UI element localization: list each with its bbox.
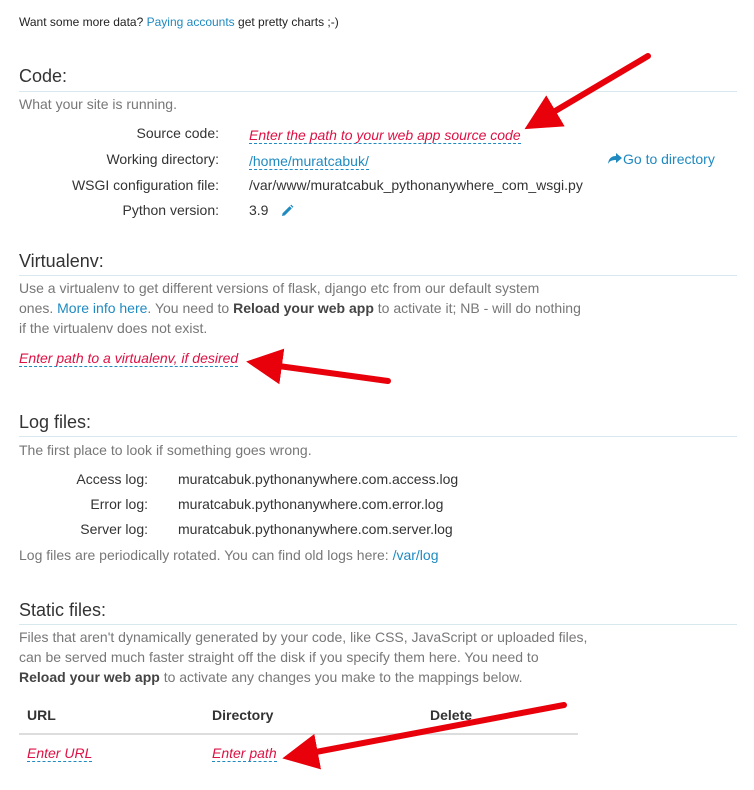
log-files-description: The first place to look if something goe… bbox=[19, 442, 312, 458]
virtualenv-path-input[interactable]: Enter path to a virtualenv, if desired bbox=[19, 350, 239, 367]
static-files-section-divider bbox=[19, 624, 737, 625]
server-log-link[interactable]: muratcabuk.pythonanywhere.com.server.log bbox=[178, 521, 453, 537]
static-files-description: Files that aren't dynamically generated … bbox=[19, 627, 599, 687]
virtualenv-description: Use a virtualenv to get different versio… bbox=[19, 278, 589, 338]
column-header-delete: Delete bbox=[430, 707, 473, 723]
virtualenv-desc-line-1: Use a virtualenv to get different versio… bbox=[19, 280, 540, 296]
pencil-icon[interactable] bbox=[280, 204, 294, 218]
share-arrow-icon bbox=[608, 153, 622, 164]
error-log-label: Error log: bbox=[90, 496, 148, 512]
code-section-title: Code: bbox=[19, 66, 68, 86]
column-header-directory: Directory bbox=[212, 707, 274, 723]
static-path-input[interactable]: Enter path bbox=[212, 745, 277, 762]
python-version-field[interactable]: 3.9 bbox=[249, 202, 294, 218]
arrow-to-source-code bbox=[524, 53, 651, 130]
virtualenv-section-title: Virtualenv: bbox=[19, 251, 104, 271]
virtualenv-section-divider bbox=[19, 275, 737, 276]
static-desc-line-1: Files that aren't dynamically generated … bbox=[19, 629, 588, 645]
more-info-link[interactable]: More info here bbox=[57, 300, 147, 316]
reload-web-app-text: Reload your web app bbox=[233, 300, 374, 316]
reload-web-app-text-static: Reload your web app bbox=[19, 669, 160, 685]
static-desc-suffix: to activate any changes you make to the … bbox=[163, 669, 523, 685]
source-code-input[interactable]: Enter the path to your web app source co… bbox=[249, 127, 521, 144]
error-log-link[interactable]: muratcabuk.pythonanywhere.com.error.log bbox=[178, 496, 443, 512]
static-table-header-divider bbox=[19, 733, 578, 735]
source-code-label: Source code: bbox=[136, 125, 220, 141]
log-rotation-note: Log files are periodically rotated. You … bbox=[19, 545, 439, 565]
upgrade-note: Want some more data? Paying accounts get… bbox=[19, 15, 339, 29]
upgrade-note-prefix: Want some more data? bbox=[19, 15, 144, 29]
access-log-link[interactable]: muratcabuk.pythonanywhere.com.access.log bbox=[178, 471, 458, 487]
wsgi-config-label: WSGI configuration file: bbox=[71, 177, 219, 193]
upgrade-note-suffix: get pretty charts ;-) bbox=[238, 15, 339, 29]
virtualenv-desc-suffix: to activate it; NB - will do nothing bbox=[377, 300, 581, 316]
static-desc-line-2: can be served much faster straight off t… bbox=[19, 649, 539, 665]
virtualenv-desc-line-2: ones. More info here. You need to Reload… bbox=[19, 298, 589, 318]
static-files-section-title: Static files: bbox=[19, 600, 107, 620]
static-desc-line-3: Reload your web app to activate any chan… bbox=[19, 667, 599, 687]
working-directory-input[interactable]: /home/muratcabuk/ bbox=[249, 153, 369, 170]
wsgi-config-link[interactable]: /var/www/muratcabuk_pythonanywhere_com_w… bbox=[249, 177, 583, 193]
go-to-directory-label: Go to directory bbox=[623, 151, 715, 167]
python-version-label: Python version: bbox=[122, 202, 220, 218]
virtualenv-desc-prefix: ones. bbox=[19, 300, 54, 316]
python-version-value: 3.9 bbox=[249, 202, 269, 218]
log-rotation-text: Log files are periodically rotated. You … bbox=[19, 547, 389, 563]
log-files-section-title: Log files: bbox=[19, 412, 92, 432]
code-section-description: What your site is running. bbox=[19, 96, 177, 112]
var-log-link[interactable]: /var/log bbox=[393, 547, 439, 563]
static-url-input[interactable]: Enter URL bbox=[27, 745, 93, 762]
column-header-url: URL bbox=[27, 707, 56, 723]
server-log-label: Server log: bbox=[80, 521, 148, 537]
virtualenv-desc-mid: . You need to bbox=[147, 300, 230, 316]
log-files-section-divider bbox=[19, 436, 737, 437]
access-log-label: Access log: bbox=[76, 471, 148, 487]
paying-accounts-link[interactable]: Paying accounts bbox=[147, 15, 235, 29]
working-directory-label: Working directory: bbox=[106, 151, 219, 167]
go-to-directory-link[interactable]: Go to directory bbox=[607, 151, 715, 167]
virtualenv-desc-line-3: if the virtualenv does not exist. bbox=[19, 320, 208, 336]
arrow-to-virtualenv bbox=[246, 348, 391, 385]
code-section-divider bbox=[19, 91, 737, 92]
